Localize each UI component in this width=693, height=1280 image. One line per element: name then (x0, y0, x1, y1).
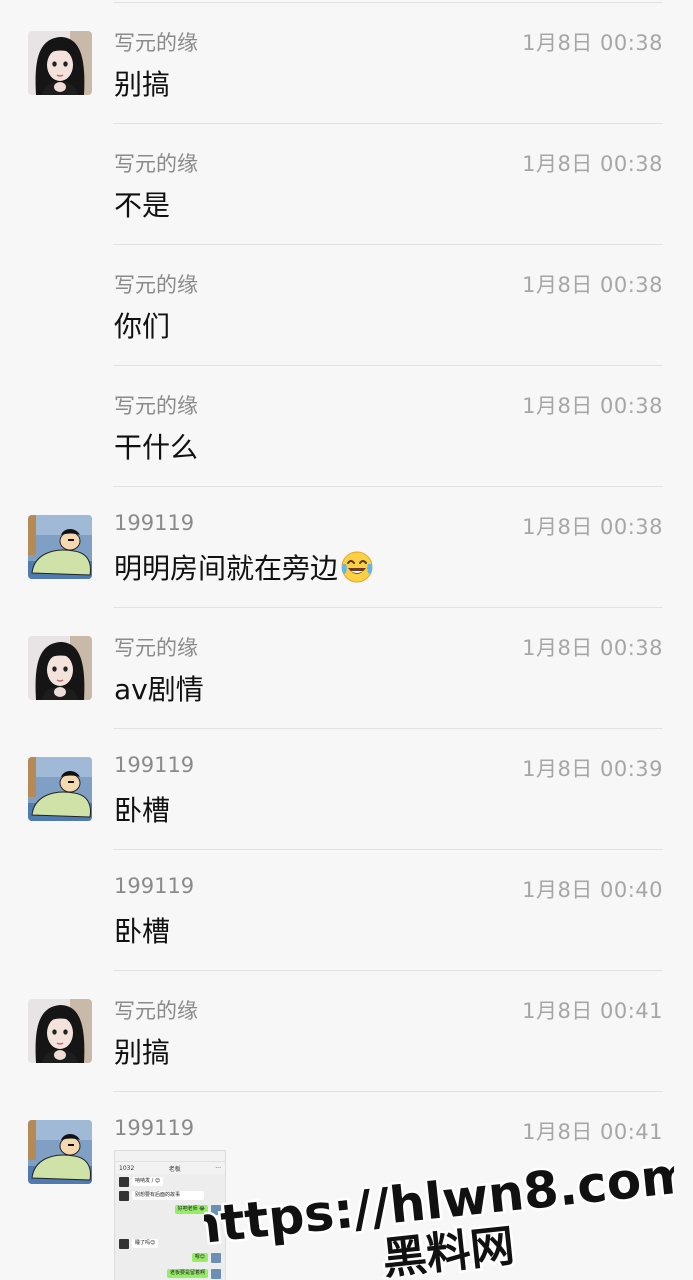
thumb-bubble: 好吧老师 😂 (174, 1205, 208, 1214)
message-row[interactable]: 199119 1月8日 00:40 卧槽 (0, 850, 693, 971)
thumb-bubble: 嗯😊 (191, 1253, 208, 1262)
message-time: 1月8日 00:40 (522, 878, 663, 902)
message-row[interactable]: 199119 1月8日 00:39 卧槽 (0, 729, 693, 850)
sender-name: 199119 (114, 1116, 195, 1140)
message-text-line: 你们 (114, 305, 170, 345)
message-text: av剧情 (114, 673, 204, 706)
message-time: 1月8日 00:39 (522, 757, 663, 781)
message-text: 不是 (114, 189, 171, 222)
watermark-site-name: 黑料网 (380, 1220, 517, 1280)
message-time: 1月8日 00:38 (522, 394, 663, 418)
thumb-bubble: 老板要是留着啊 (166, 1269, 208, 1278)
message-time: 1月8日 00:38 (522, 152, 663, 176)
message-text: 你们 (114, 310, 171, 343)
message-time: 1月8日 00:38 (522, 515, 663, 539)
message-text-line: 干什么 (114, 426, 198, 466)
avatar[interactable] (28, 515, 92, 579)
chat-history-page: 写元的缘 1月8日 00:38 别搞 写元的缘 1月8日 00:38 不是 写元的缘 1月8日… (0, 0, 693, 1280)
message-time: 1月8日 00:38 (522, 31, 663, 55)
message-text-line: 别搞 (114, 63, 170, 103)
thumb-avatar (211, 1269, 221, 1279)
message-row[interactable]: 199119 1月8日 00:41 (0, 1092, 693, 1213)
image-attachment[interactable]: 1032 老板 ··· 呐呐发 / 😊 别想要有后面的故事 好吧老师 😂 睡了吗… (114, 1150, 226, 1280)
message-time: 1月8日 00:38 (522, 273, 663, 297)
sender-name: 写元的缘 (114, 636, 198, 660)
message-time: 1月8日 00:41 (522, 999, 663, 1023)
thumb-avatar (119, 1177, 129, 1187)
message-text: 别搞 (114, 1036, 171, 1069)
sender-name: 199119 (114, 511, 195, 535)
sender-name: 写元的缘 (114, 152, 198, 176)
thumb-bubble: 别想要有后面的故事 (132, 1191, 204, 1200)
avatar[interactable] (28, 31, 92, 95)
message-row[interactable]: 写元的缘 1月8日 00:38 干什么 (0, 366, 693, 487)
thumb-bubble: 睡了吗😊 (132, 1239, 159, 1248)
message-text-line: 卧槽 (114, 789, 170, 829)
message-text-line: 不是 (114, 184, 170, 224)
message-text-line: 别搞 (114, 1031, 170, 1071)
thumb-avatar (119, 1239, 129, 1249)
message-time: 1月8日 00:41 (522, 1120, 663, 1144)
message-row[interactable]: 写元的缘 1月8日 00:41 别搞 (0, 971, 693, 1092)
thumb-avatar (119, 1191, 129, 1201)
avatar[interactable] (28, 1120, 92, 1184)
sender-name: 199119 (114, 753, 195, 777)
message-text-line: av剧情 (114, 668, 204, 708)
message-text: 明明房间就在旁边 (114, 552, 339, 585)
message-text: 卧槽 (114, 794, 171, 827)
sender-name: 199119 (114, 874, 195, 898)
message-text: 卧槽 (114, 915, 171, 948)
avatar[interactable] (28, 999, 92, 1063)
message-row[interactable]: 写元的缘 1月8日 00:38 别搞 (0, 3, 693, 124)
thumb-header: 1032 老板 ··· (115, 1162, 225, 1174)
thumb-avatar (211, 1205, 221, 1215)
message-text: 干什么 (114, 431, 199, 464)
sender-name: 写元的缘 (114, 394, 198, 418)
message-text: 别搞 (114, 68, 171, 101)
thumb-bubble: 呐呐发 / 😊 (132, 1177, 164, 1186)
message-row[interactable]: 写元的缘 1月8日 00:38 你们 (0, 245, 693, 366)
message-text-line: 明明房间就在旁边 (114, 547, 374, 591)
message-row[interactable]: 写元的缘 1月8日 00:38 不是 (0, 124, 693, 245)
thumb-title: 老板 (168, 1165, 181, 1173)
sender-name: 写元的缘 (114, 999, 198, 1023)
message-text-line: 卧槽 (114, 910, 170, 950)
sender-name: 写元的缘 (114, 31, 198, 55)
avatar[interactable] (28, 757, 92, 821)
avatar[interactable] (28, 636, 92, 700)
thumb-status-bar (115, 1151, 225, 1162)
more-icon: ··· (215, 1164, 221, 1172)
tears-of-joy-emoji (340, 550, 374, 591)
message-row[interactable]: 199119 1月8日 00:38 明明房间就在旁边 (0, 487, 693, 608)
sender-name: 写元的缘 (114, 273, 198, 297)
message-row[interactable]: 写元的缘 1月8日 00:38 av剧情 (0, 608, 693, 729)
message-time: 1月8日 00:38 (522, 636, 663, 660)
thumb-back-badge: 1032 (119, 1164, 135, 1172)
thumb-avatar (211, 1253, 221, 1263)
